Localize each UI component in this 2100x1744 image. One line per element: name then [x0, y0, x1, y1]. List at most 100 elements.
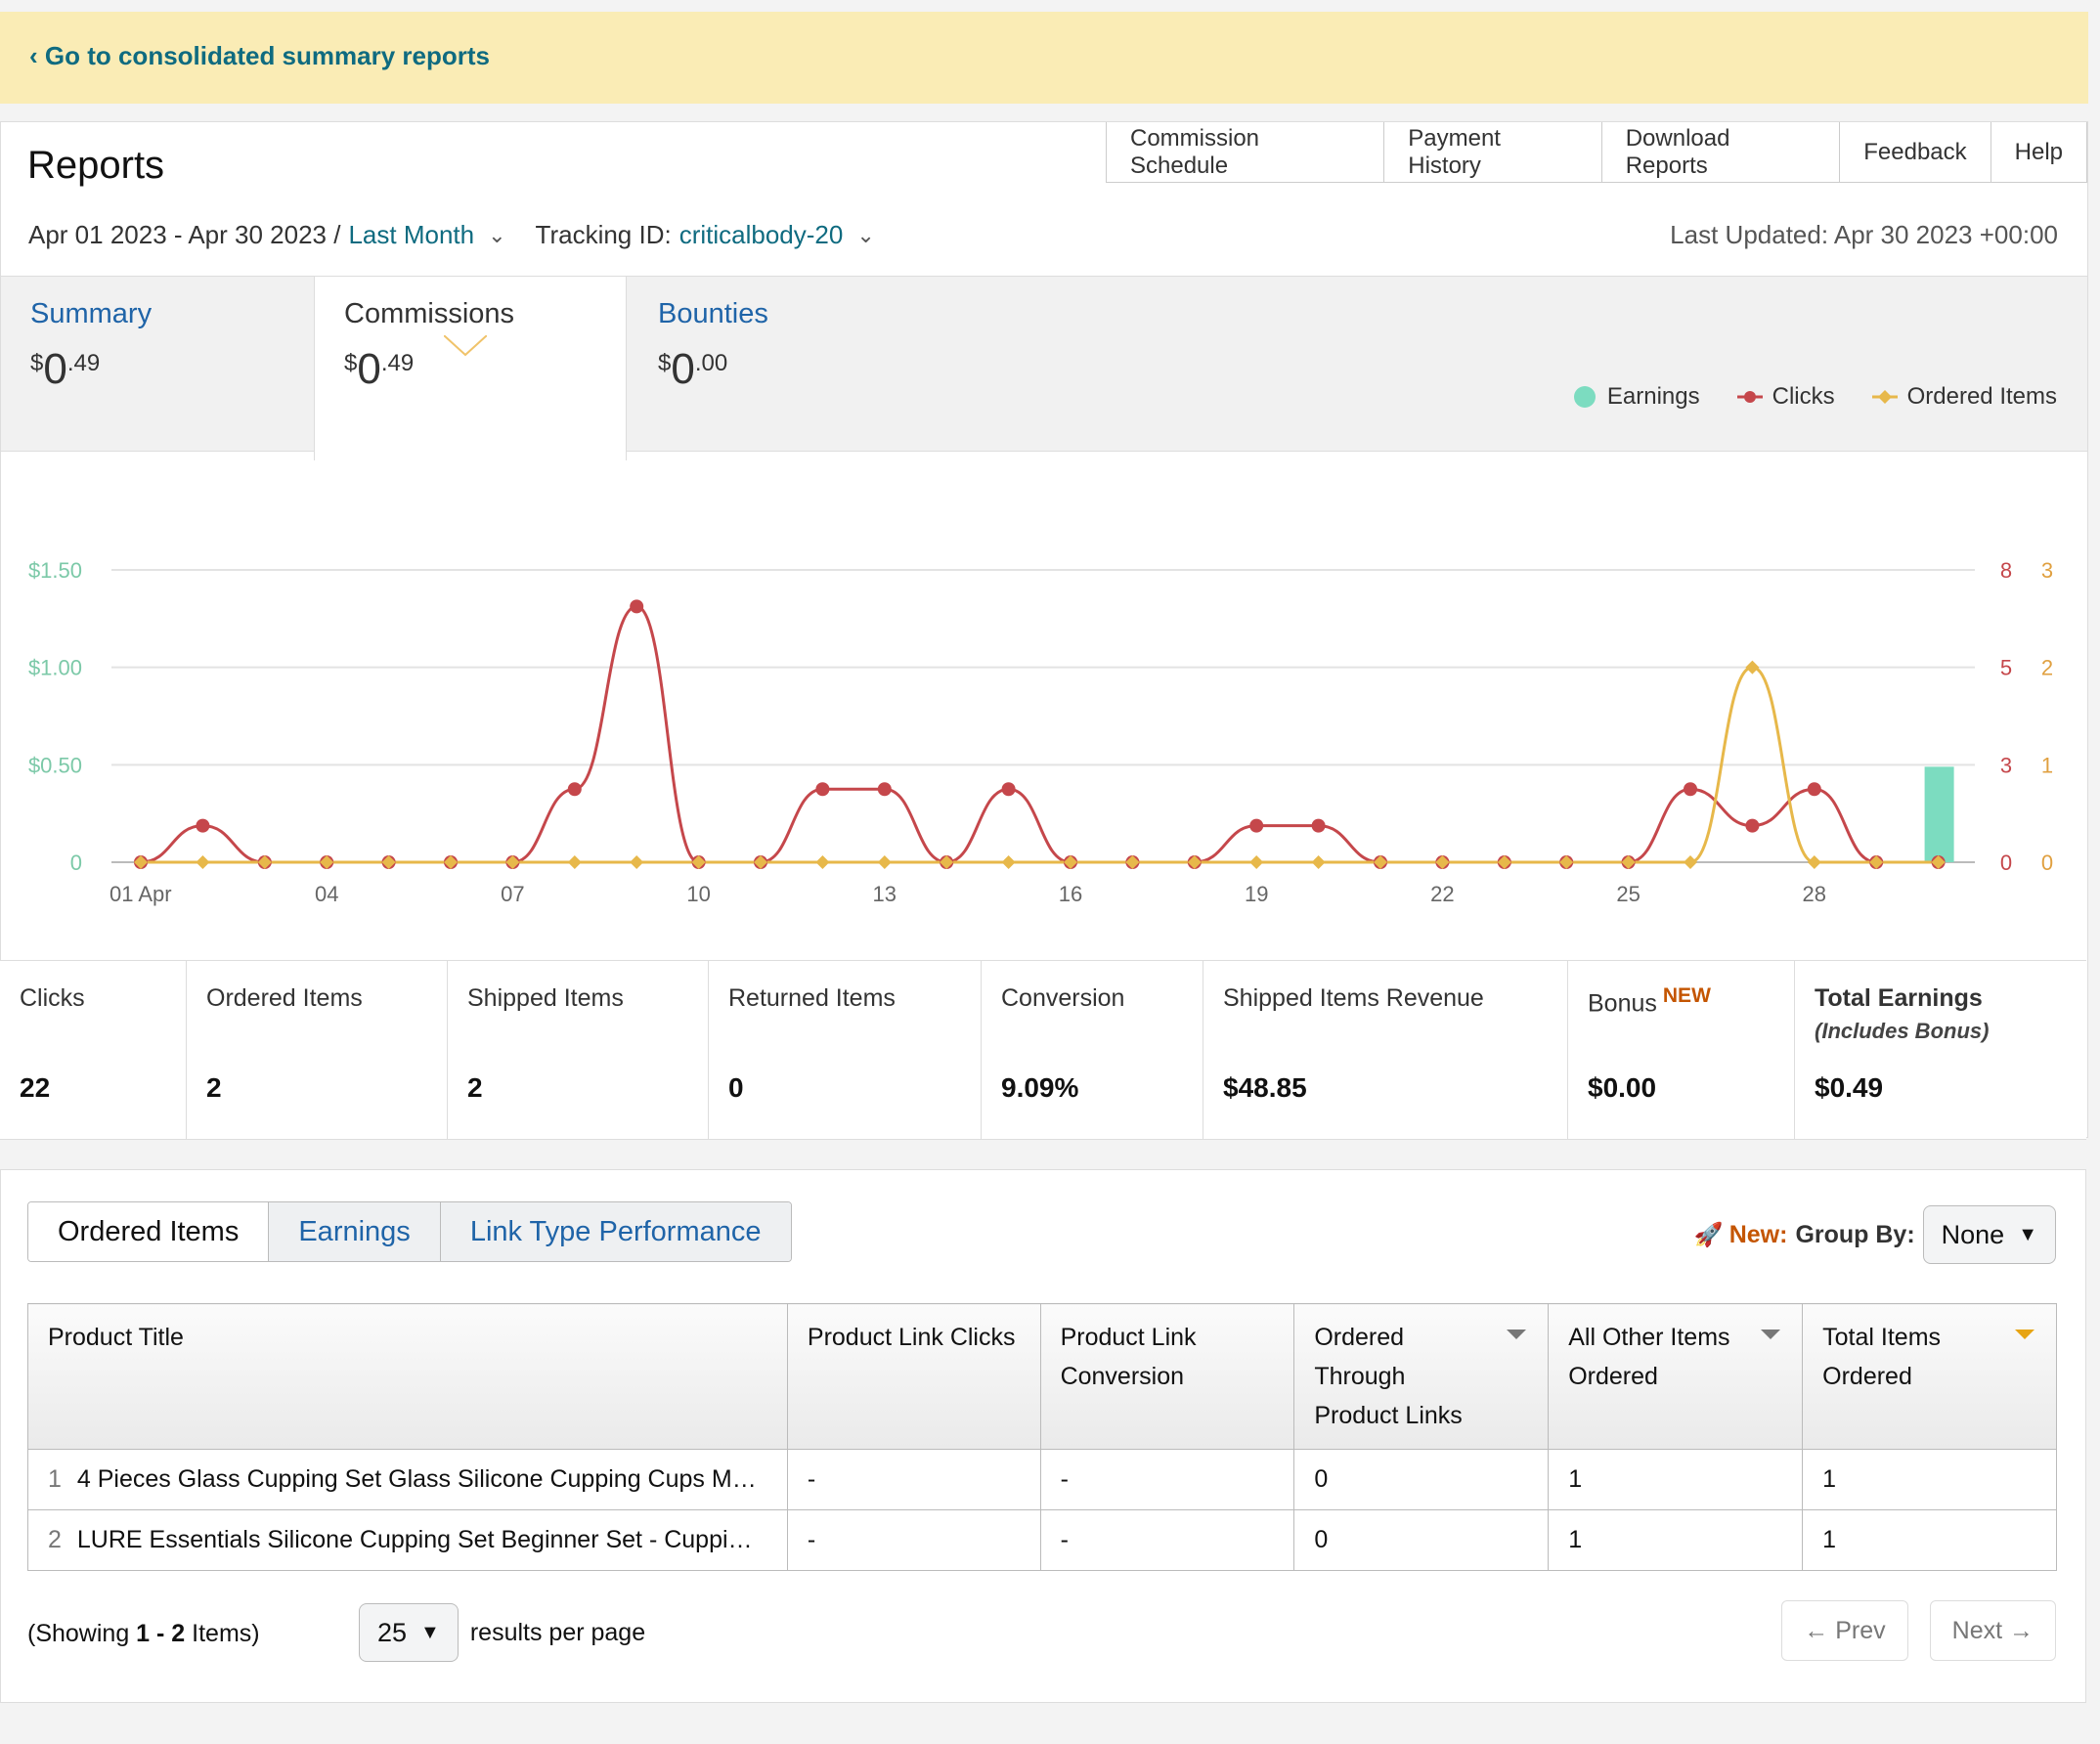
table-header-row: Product Title Product Link Clicks Produc… [27, 1303, 2057, 1450]
tab-label: Commissions [344, 298, 515, 329]
col-product-link-clicks[interactable]: Product Link Clicks [786, 1303, 1041, 1450]
stat-label: Bonus NEW [1588, 984, 1774, 1072]
total-earnings-label: Total Earnings [1815, 984, 1983, 1012]
row-number: 2 [48, 1526, 62, 1553]
tab-summary[interactable]: Summary $ 0 .49 [1, 277, 314, 453]
column-label: Product Title [48, 1324, 184, 1351]
page-title: Reports [27, 144, 165, 187]
stat-label: Total Earnings (Includes Bonus) [1815, 984, 2067, 1072]
sort-icon[interactable] [1761, 1330, 1781, 1339]
cell-conversion: - [1039, 1509, 1295, 1571]
earnings-chart: 0 $0.50 $1.00 $1.50 0 3 5 8 0 1 2 3 01 Apr 04 07 10 13 16… [28, 558, 2053, 906]
payment-history-link[interactable]: Payment History [1383, 122, 1600, 182]
clicks-point [196, 818, 210, 833]
stat-shipped-revenue: Shipped Items Revenue $48.85 [1203, 961, 1567, 1139]
cell-ordered-through: 0 [1293, 1449, 1550, 1510]
col-all-other-items[interactable]: All Other Items Ordered [1548, 1303, 1804, 1450]
ordered-items-point [815, 855, 830, 869]
stat-value: 9.09% [1001, 1072, 1079, 1103]
tab-earnings[interactable]: Earnings [268, 1202, 440, 1261]
group-by-select[interactable]: None ▼ [1922, 1205, 2056, 1264]
clicks-point [630, 599, 644, 614]
column-label: All Other Items Ordered [1568, 1324, 1730, 1390]
legend-earnings[interactable]: Earnings [1573, 383, 1700, 411]
earnings-dot-icon [1573, 386, 1596, 408]
product-title[interactable]: 4 Pieces Glass Cupping Set Glass Silicon… [77, 1465, 762, 1494]
stat-label: Clicks [20, 984, 85, 1012]
commission-schedule-link[interactable]: Commission Schedule [1107, 122, 1383, 182]
active-tab-caret-icon [444, 335, 487, 357]
feedback-link[interactable]: Feedback [1839, 122, 1990, 182]
column-label: Product Link Clicks [807, 1324, 1016, 1351]
x-tick-label: 22 [1430, 882, 1454, 906]
y-right-clicks-tick-label: 3 [2000, 753, 2012, 777]
next-button[interactable]: Next → [1929, 1600, 2056, 1661]
stat-value: 0 [728, 1072, 744, 1103]
amount-whole: 0 [43, 345, 67, 393]
consolidated-reports-link[interactable]: ‹ Go to consolidated summary reports [29, 41, 490, 71]
period-dropdown[interactable]: Last Month [348, 220, 474, 250]
y-right-items-tick-label: 1 [2041, 753, 2053, 777]
amount-whole: 0 [357, 345, 381, 393]
x-tick-label: 04 [315, 882, 338, 906]
cell-title: 2 LURE Essentials Silicone Cupping Set Be… [27, 1509, 788, 1571]
stat-label: Returned Items [728, 984, 896, 1012]
stats-bar: Clicks 22 Ordered Items 2 Shipped Items … [0, 960, 2086, 1140]
tab-link-type-performance[interactable]: Link Type Performance [439, 1202, 791, 1261]
x-tick-label: 10 [686, 882, 710, 906]
x-tick-label: 16 [1059, 882, 1082, 906]
stat-label: Shipped Items Revenue [1223, 984, 1484, 1012]
chevron-down-icon[interactable]: ⌄ [488, 223, 505, 248]
stat-label: Conversion [1001, 984, 1125, 1012]
col-total-items-ordered[interactable]: Total Items Ordered [1802, 1303, 2057, 1450]
download-reports-link[interactable]: Download Reports [1600, 122, 1840, 182]
tracking-id-dropdown[interactable]: criticalbody-20 [679, 220, 844, 250]
clicks-series-line [140, 604, 1939, 864]
amount: $ 0 .49 [30, 348, 284, 391]
sort-active-icon[interactable] [2015, 1330, 2034, 1339]
stat-value: 2 [206, 1072, 222, 1103]
tab-ordered-items[interactable]: Ordered Items [28, 1202, 269, 1261]
ordered-items-point [196, 855, 210, 869]
y-right-clicks-tick-label: 8 [2000, 558, 2012, 583]
col-ordered-through-links[interactable]: Ordered Through Product Links [1293, 1303, 1550, 1450]
table-row: 1 4 Pieces Glass Cupping Set Glass Silico… [27, 1449, 2057, 1510]
cell-total-items: 1 [1802, 1449, 2057, 1510]
clicks-point [1807, 782, 1821, 797]
group-by-value: None [1941, 1219, 2005, 1249]
ordered-items-point [1745, 660, 1760, 675]
tab-bounties[interactable]: Bounties $ 0 .00 [629, 277, 941, 453]
per-page-value: 25 [377, 1617, 408, 1647]
cell-other-items: 1 [1548, 1449, 1804, 1510]
group-by: 🚀 New: Group By: None ▼ [1694, 1205, 2056, 1264]
ordered-items-point [1249, 855, 1264, 869]
cell-conversion: - [1039, 1449, 1295, 1510]
chevron-down-icon[interactable]: ⌄ [856, 223, 874, 248]
ordered-items-point [1684, 855, 1697, 869]
help-link[interactable]: Help [1990, 122, 2086, 182]
legend-ordered-items[interactable]: Ordered Items [1871, 383, 2057, 411]
ordered-items-point [877, 855, 892, 869]
legend-label: Clicks [1772, 383, 1835, 410]
stat-label: Ordered Items [206, 984, 363, 1012]
prev-button[interactable]: ← Prev [1781, 1600, 1908, 1661]
stat-bonus: Bonus NEW $0.00 [1567, 961, 1794, 1139]
chevron-down-icon: ▼ [2018, 1223, 2037, 1245]
clicks-point [1311, 818, 1326, 833]
pagination: ← Prev Next → [1760, 1600, 2056, 1661]
x-tick-label: 01 Apr [109, 882, 172, 906]
col-product-link-conversion[interactable]: Product Link Conversion [1039, 1303, 1295, 1450]
cell-total-items: 1 [1802, 1509, 2057, 1571]
stat-value: $0.49 [1815, 1072, 1884, 1103]
new-label: New: [1728, 1220, 1788, 1248]
chevron-down-icon: ▼ [420, 1621, 440, 1643]
ordered-items-point [1807, 855, 1821, 869]
sort-icon[interactable] [1507, 1330, 1527, 1339]
legend-clicks[interactable]: Clicks [1736, 383, 1835, 411]
tracking-label: Tracking ID: [535, 220, 672, 249]
product-title[interactable]: LURE Essentials Silicone Cupping Set Beg… [77, 1526, 762, 1554]
per-page-select[interactable]: 25 ▼ [359, 1603, 459, 1662]
bonus-label: Bonus [1588, 989, 1657, 1018]
col-product-title[interactable]: Product Title [27, 1303, 788, 1450]
stat-value: $0.00 [1588, 1072, 1657, 1103]
